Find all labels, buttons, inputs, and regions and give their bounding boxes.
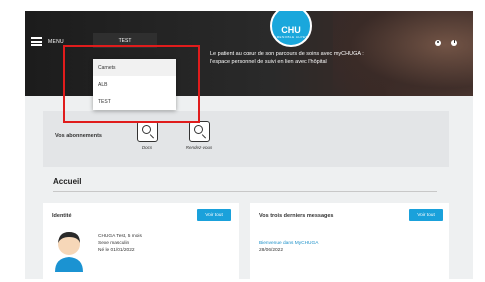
header-actions <box>435 40 457 46</box>
search-appointment-icon <box>188 121 210 142</box>
identity-voir-tout-button[interactable]: Voir tout <box>197 209 231 221</box>
subscription-rendez-vous[interactable]: Rendez-vous <box>181 121 217 150</box>
dropdown-item-alb[interactable]: ALB <box>93 76 176 93</box>
subscription-caption: Rendez-vous <box>185 145 213 150</box>
dropdown-item-test[interactable]: TEST <box>93 93 176 110</box>
avatar <box>55 232 83 272</box>
menu-button[interactable]: MENU <box>31 37 64 46</box>
identity-details: CHUGA Test, 5 mois Sexe masculin Né le 0… <box>98 233 142 254</box>
logo-text: CHU <box>281 25 301 35</box>
search-document-icon <box>136 121 158 142</box>
menu-label: MENU <box>48 38 64 45</box>
divider <box>53 191 437 192</box>
header-tagline: Le patient au cœur de son parcours de so… <box>210 51 364 65</box>
app-frame: MENU TEST CHU GRENOBLE ALPES Le patient … <box>25 11 473 279</box>
messages-card: Vos trois derniers messages Voir tout Bi… <box>250 203 449 279</box>
home-section: Accueil <box>43 171 449 195</box>
subscription-caption: Docs <box>141 145 153 150</box>
message-link[interactable]: Bienvenue dans MyCHUGA <box>259 241 318 246</box>
subscriptions-label: Vos abonnements <box>55 133 102 139</box>
page-title: Accueil <box>53 177 82 186</box>
identity-card-title: Identité <box>52 213 72 219</box>
patient-birthdate: Né le 01/01/2022 <box>98 248 135 253</box>
dropdown-header: Carnets <box>93 59 176 76</box>
logo-subtext: GRENOBLE ALPES <box>273 35 308 39</box>
subscription-docs[interactable]: Docs <box>129 121 165 150</box>
carnet-dropdown: Carnets ALB TEST <box>93 59 176 110</box>
patient-name: CHUGA Test, 5 mois <box>98 234 142 239</box>
patient-sex: Sexe masculin <box>98 241 130 246</box>
messages-card-title: Vos trois derniers messages <box>259 213 334 219</box>
message-date: 28/06/2022 <box>259 248 284 253</box>
messages-voir-tout-button[interactable]: Voir tout <box>409 209 443 221</box>
chu-logo: CHU GRENOBLE ALPES <box>270 11 312 47</box>
carnet-selector-button[interactable]: TEST <box>93 33 157 48</box>
hamburger-icon <box>31 37 42 46</box>
power-icon[interactable] <box>451 40 457 46</box>
user-icon[interactable] <box>435 40 441 46</box>
subscriptions-panel: Vos abonnements Docs Rendez-vous <box>43 111 449 167</box>
identity-card: Identité Voir tout CHUGA Test, 5 mois Se… <box>43 203 239 279</box>
